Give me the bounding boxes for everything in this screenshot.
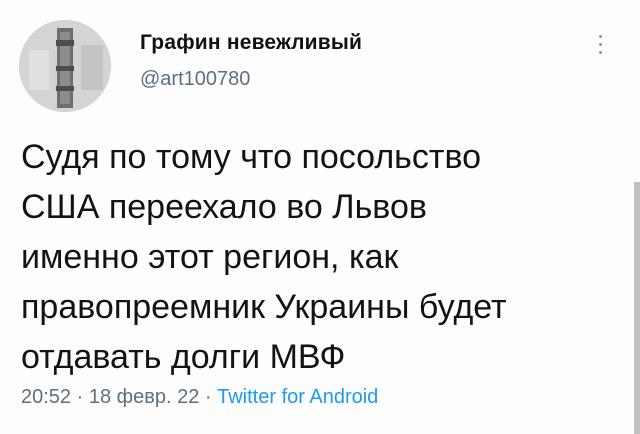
tweet-text-line: Судя по тому что посольство — [21, 138, 482, 176]
scrollbar[interactable] — [634, 182, 640, 434]
tweet-text-line: отдавать долги МВФ — [21, 338, 346, 376]
tweet-date[interactable]: 18 февр. 22 — [89, 386, 200, 408]
tweet-text: Судя по тому что посольство США переехал… — [21, 132, 621, 382]
separator: · — [71, 386, 89, 408]
avatar-image — [19, 20, 111, 112]
tweet-text-line: именно этот регион, как — [21, 238, 399, 276]
tweet-card: Графин невежливый @art100780 Судя по том… — [0, 0, 640, 434]
tweet-text-line: правопреемник Украины будет — [21, 288, 507, 326]
tweet-source-link[interactable]: Twitter for Android — [217, 386, 378, 408]
tweet-time[interactable]: 20:52 — [21, 386, 71, 408]
user-handle[interactable]: @art100780 — [140, 68, 250, 91]
tweet-text-line: США переехало во Львов — [21, 188, 427, 226]
avatar[interactable] — [19, 20, 111, 112]
tweet-metadata: 20:52 · 18 февр. 22 · Twitter for Androi… — [21, 386, 378, 409]
more-vertical-icon[interactable] — [594, 35, 606, 61]
separator: · — [199, 386, 218, 408]
display-name[interactable]: Графин невежливый — [140, 31, 362, 55]
